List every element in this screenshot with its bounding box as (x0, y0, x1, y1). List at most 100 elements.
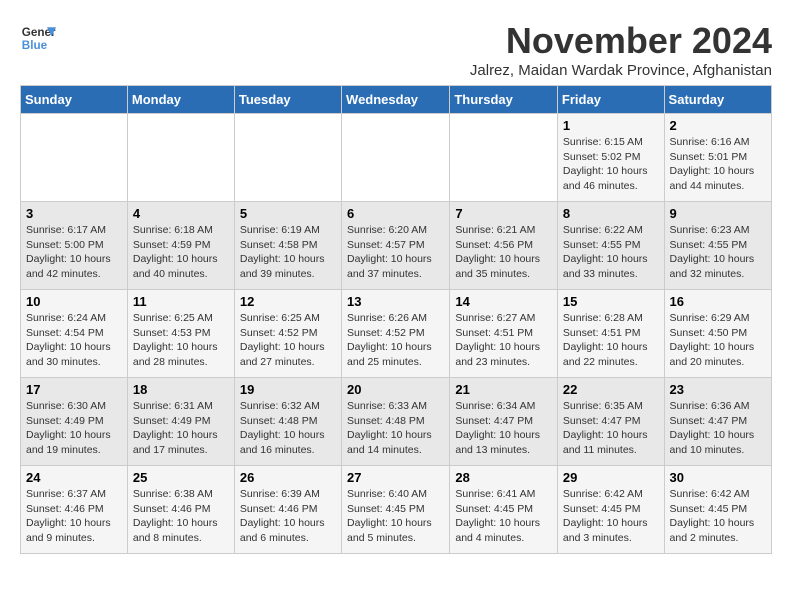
calendar-cell: 8 Sunrise: 6:22 AM Sunset: 4:55 PM Daylig… (557, 202, 664, 290)
day-info: Sunrise: 6:32 AM Sunset: 4:48 PM Dayligh… (240, 399, 336, 458)
day-number: 27 (347, 470, 444, 485)
day-number: 17 (26, 382, 122, 397)
day-info: Sunrise: 6:31 AM Sunset: 4:49 PM Dayligh… (133, 399, 229, 458)
day-number: 13 (347, 294, 444, 309)
day-number: 7 (455, 206, 552, 221)
day-info: Sunrise: 6:33 AM Sunset: 4:48 PM Dayligh… (347, 399, 444, 458)
calendar-cell: 27 Sunrise: 6:40 AM Sunset: 4:45 PM Dayli… (342, 466, 450, 554)
calendar-cell: 19 Sunrise: 6:32 AM Sunset: 4:48 PM Dayli… (234, 378, 341, 466)
day-number: 24 (26, 470, 122, 485)
day-info: Sunrise: 6:36 AM Sunset: 4:47 PM Dayligh… (670, 399, 766, 458)
day-info: Sunrise: 6:34 AM Sunset: 4:47 PM Dayligh… (455, 399, 552, 458)
calendar-cell: 7 Sunrise: 6:21 AM Sunset: 4:56 PM Daylig… (450, 202, 558, 290)
calendar-cell: 30 Sunrise: 6:42 AM Sunset: 4:45 PM Dayli… (664, 466, 771, 554)
day-number: 23 (670, 382, 766, 397)
header-monday: Monday (127, 86, 234, 114)
calendar-cell: 11Sunrise: 6:25 AM Sunset: 4:53 PM Dayli… (127, 290, 234, 378)
day-info: Sunrise: 6:16 AM Sunset: 5:01 PM Dayligh… (670, 135, 766, 194)
calendar-cell: 9Sunrise: 6:23 AM Sunset: 4:55 PM Daylig… (664, 202, 771, 290)
calendar-cell: 4Sunrise: 6:18 AM Sunset: 4:59 PM Daylig… (127, 202, 234, 290)
day-number: 6 (347, 206, 444, 221)
header-friday: Friday (557, 86, 664, 114)
header-saturday: Saturday (664, 86, 771, 114)
day-info: Sunrise: 6:35 AM Sunset: 4:47 PM Dayligh… (563, 399, 659, 458)
svg-text:Blue: Blue (22, 39, 48, 52)
calendar-cell: 6 Sunrise: 6:20 AM Sunset: 4:57 PM Daylig… (342, 202, 450, 290)
calendar-table: SundayMondayTuesdayWednesdayThursdayFrid… (20, 85, 772, 554)
calendar-cell: 14 Sunrise: 6:27 AM Sunset: 4:51 PM Dayli… (450, 290, 558, 378)
day-number: 16 (670, 294, 766, 309)
header-sunday: Sunday (21, 86, 128, 114)
day-info: Sunrise: 6:20 AM Sunset: 4:57 PM Dayligh… (347, 223, 444, 282)
day-number: 14 (455, 294, 552, 309)
title-block: November 2024 Jalrez, Maidan Wardak Prov… (470, 20, 772, 79)
calendar-cell: 10Sunrise: 6:24 AM Sunset: 4:54 PM Dayli… (21, 290, 128, 378)
month-title: November 2024 (470, 20, 772, 62)
day-number: 19 (240, 382, 336, 397)
day-info: Sunrise: 6:29 AM Sunset: 4:50 PM Dayligh… (670, 311, 766, 370)
day-info: Sunrise: 6:22 AM Sunset: 4:55 PM Dayligh… (563, 223, 659, 282)
header-tuesday: Tuesday (234, 86, 341, 114)
day-number: 8 (563, 206, 659, 221)
day-info: Sunrise: 6:30 AM Sunset: 4:49 PM Dayligh… (26, 399, 122, 458)
calendar-cell: 25 Sunrise: 6:38 AM Sunset: 4:46 PM Dayli… (127, 466, 234, 554)
day-number: 5 (240, 206, 336, 221)
day-info: Sunrise: 6:37 AM Sunset: 4:46 PM Dayligh… (26, 487, 122, 546)
calendar-cell: 3 Sunrise: 6:17 AM Sunset: 5:00 PM Daylig… (21, 202, 128, 290)
calendar-cell: 20Sunrise: 6:33 AM Sunset: 4:48 PM Dayli… (342, 378, 450, 466)
calendar-cell: 23 Sunrise: 6:36 AM Sunset: 4:47 PM Dayli… (664, 378, 771, 466)
day-info: Sunrise: 6:21 AM Sunset: 4:56 PM Dayligh… (455, 223, 552, 282)
day-info: Sunrise: 6:39 AM Sunset: 4:46 PM Dayligh… (240, 487, 336, 546)
day-info: Sunrise: 6:18 AM Sunset: 4:59 PM Dayligh… (133, 223, 229, 282)
calendar-cell: 29Sunrise: 6:42 AM Sunset: 4:45 PM Dayli… (557, 466, 664, 554)
day-info: Sunrise: 6:40 AM Sunset: 4:45 PM Dayligh… (347, 487, 444, 546)
day-info: Sunrise: 6:25 AM Sunset: 4:52 PM Dayligh… (240, 311, 336, 370)
day-number: 30 (670, 470, 766, 485)
day-info: Sunrise: 6:19 AM Sunset: 4:58 PM Dayligh… (240, 223, 336, 282)
calendar-cell: 22 Sunrise: 6:35 AM Sunset: 4:47 PM Dayli… (557, 378, 664, 466)
calendar-cell (127, 114, 234, 202)
day-number: 25 (133, 470, 229, 485)
logo: General Blue (20, 20, 56, 56)
header-thursday: Thursday (450, 86, 558, 114)
calendar-cell: 12Sunrise: 6:25 AM Sunset: 4:52 PM Dayli… (234, 290, 341, 378)
day-info: Sunrise: 6:26 AM Sunset: 4:52 PM Dayligh… (347, 311, 444, 370)
calendar-week-3: 10Sunrise: 6:24 AM Sunset: 4:54 PM Dayli… (21, 290, 772, 378)
calendar-header-row: SundayMondayTuesdayWednesdayThursdayFrid… (21, 86, 772, 114)
day-info: Sunrise: 6:38 AM Sunset: 4:46 PM Dayligh… (133, 487, 229, 546)
day-info: Sunrise: 6:27 AM Sunset: 4:51 PM Dayligh… (455, 311, 552, 370)
day-number: 3 (26, 206, 122, 221)
day-info: Sunrise: 6:15 AM Sunset: 5:02 PM Dayligh… (563, 135, 659, 194)
calendar-cell: 5 Sunrise: 6:19 AM Sunset: 4:58 PM Daylig… (234, 202, 341, 290)
calendar-cell: 15 Sunrise: 6:28 AM Sunset: 4:51 PM Dayli… (557, 290, 664, 378)
day-info: Sunrise: 6:17 AM Sunset: 5:00 PM Dayligh… (26, 223, 122, 282)
day-number: 15 (563, 294, 659, 309)
calendar-cell: 1 Sunrise: 6:15 AM Sunset: 5:02 PM Daylig… (557, 114, 664, 202)
calendar-cell: 2 Sunrise: 6:16 AM Sunset: 5:01 PM Daylig… (664, 114, 771, 202)
calendar-cell: 18 Sunrise: 6:31 AM Sunset: 4:49 PM Dayli… (127, 378, 234, 466)
calendar-cell: 26Sunrise: 6:39 AM Sunset: 4:46 PM Dayli… (234, 466, 341, 554)
logo-icon: General Blue (20, 20, 56, 56)
day-info: Sunrise: 6:41 AM Sunset: 4:45 PM Dayligh… (455, 487, 552, 546)
day-number: 9 (670, 206, 766, 221)
calendar-cell: 28 Sunrise: 6:41 AM Sunset: 4:45 PM Dayli… (450, 466, 558, 554)
page-header: General Blue November 2024 Jalrez, Maida… (20, 20, 772, 79)
day-number: 1 (563, 118, 659, 133)
calendar-week-2: 3 Sunrise: 6:17 AM Sunset: 5:00 PM Daylig… (21, 202, 772, 290)
calendar-cell (342, 114, 450, 202)
day-number: 18 (133, 382, 229, 397)
day-info: Sunrise: 6:28 AM Sunset: 4:51 PM Dayligh… (563, 311, 659, 370)
calendar-cell: 16 Sunrise: 6:29 AM Sunset: 4:50 PM Dayli… (664, 290, 771, 378)
calendar-cell: 13 Sunrise: 6:26 AM Sunset: 4:52 PM Dayli… (342, 290, 450, 378)
day-info: Sunrise: 6:25 AM Sunset: 4:53 PM Dayligh… (133, 311, 229, 370)
location-subtitle: Jalrez, Maidan Wardak Province, Afghanis… (470, 62, 772, 79)
day-number: 2 (670, 118, 766, 133)
day-number: 22 (563, 382, 659, 397)
calendar-week-4: 17 Sunrise: 6:30 AM Sunset: 4:49 PM Dayli… (21, 378, 772, 466)
day-number: 21 (455, 382, 552, 397)
calendar-cell: 17 Sunrise: 6:30 AM Sunset: 4:49 PM Dayli… (21, 378, 128, 466)
calendar-cell (234, 114, 341, 202)
calendar-cell (450, 114, 558, 202)
day-info: Sunrise: 6:42 AM Sunset: 4:45 PM Dayligh… (670, 487, 766, 546)
day-number: 28 (455, 470, 552, 485)
